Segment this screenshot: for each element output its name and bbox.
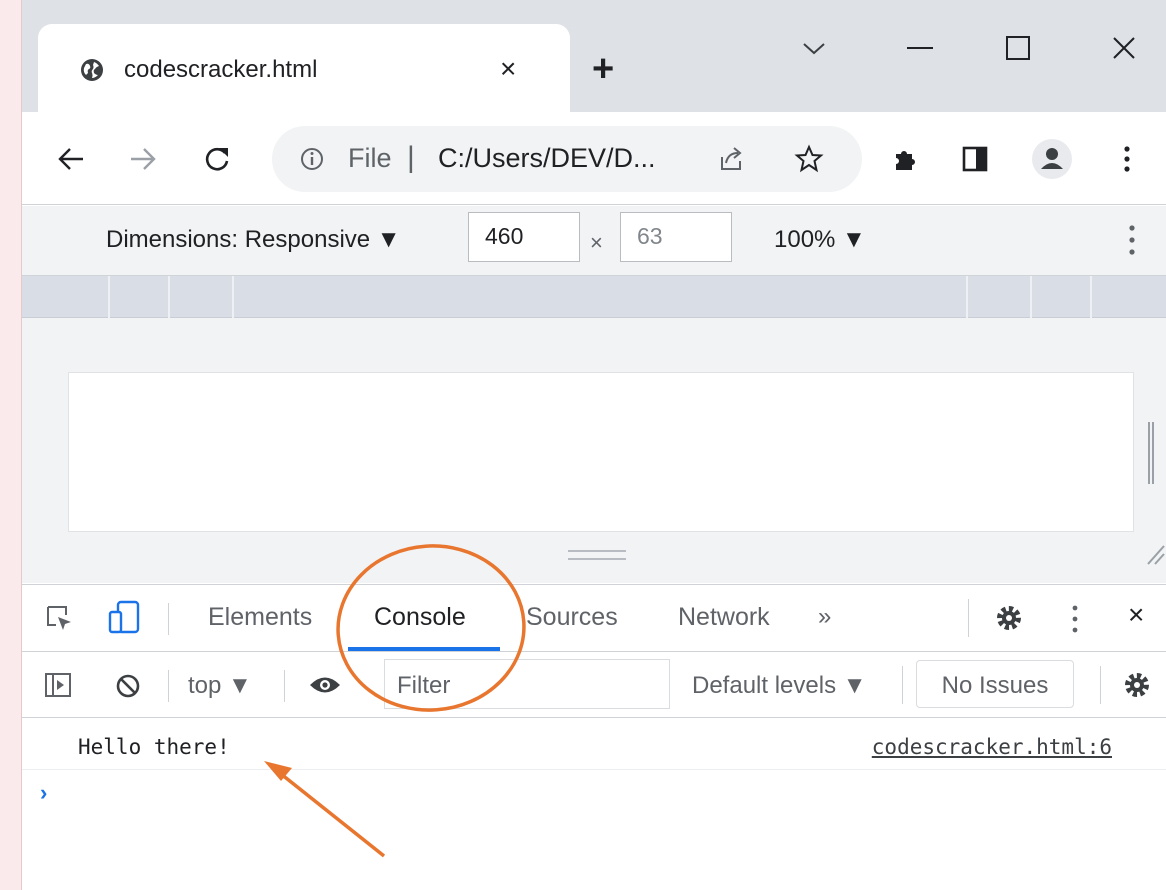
context-selector[interactable]: top ▼ — [188, 672, 252, 700]
chevron-down-icon — [803, 43, 825, 55]
device-viewport — [22, 318, 1166, 583]
puzzle-icon — [896, 151, 915, 170]
tab-console[interactable]: Console — [374, 603, 466, 632]
more-vertical-icon — [1124, 146, 1130, 172]
filter-input[interactable]: Filter — [384, 659, 670, 709]
reload-icon — [205, 147, 229, 171]
scheme-label: File — [348, 143, 392, 173]
devtools-tab-bar: Elements Console Sources Network » × — [22, 584, 1166, 652]
profile-button[interactable] — [1032, 139, 1072, 179]
browser-toolbar: File | C:/Users/DEV/D... — [22, 112, 1166, 205]
device-toggle-icon[interactable] — [106, 599, 142, 635]
more-vertical-icon[interactable] — [1122, 220, 1142, 260]
extensions-button[interactable] — [888, 142, 922, 176]
tab-search-button[interactable] — [794, 30, 834, 66]
issues-button[interactable]: No Issues — [916, 660, 1074, 708]
tab-elements[interactable]: Elements — [208, 603, 312, 632]
inspect-element-icon[interactable] — [44, 603, 74, 633]
toolbar-divider — [902, 666, 903, 704]
page-preview[interactable] — [68, 372, 1134, 532]
toolbar-divider — [1100, 666, 1101, 704]
scheme-separator: | — [407, 141, 415, 174]
dimension-times: × — [590, 230, 603, 255]
close-window-button[interactable] — [1104, 30, 1144, 66]
address-bar[interactable]: File | C:/Users/DEV/D... — [272, 126, 862, 192]
reload-button[interactable] — [200, 142, 234, 176]
dimensions-dropdown[interactable]: Dimensions: Responsive ▼ — [106, 226, 401, 254]
share-icon[interactable] — [718, 145, 746, 173]
gear-icon[interactable] — [994, 603, 1024, 633]
media-query-bar[interactable] — [22, 276, 1166, 318]
globe-icon — [81, 59, 103, 81]
viewport-resize-handle[interactable] — [1148, 422, 1154, 484]
console-output: Hello there! codescracker.html:6 › — [22, 718, 1166, 890]
height-input[interactable]: 63 — [620, 212, 732, 262]
browser-tab[interactable]: codescracker.html × — [38, 24, 570, 112]
active-tab-indicator — [348, 647, 500, 651]
ruler-divider — [1090, 276, 1092, 318]
toolbar-divider — [168, 670, 169, 702]
close-devtools-button[interactable]: × — [1128, 599, 1144, 631]
side-panel-button[interactable] — [958, 142, 992, 176]
back-button[interactable] — [54, 142, 88, 176]
tab-sources[interactable]: Sources — [526, 603, 618, 632]
ruler-divider — [168, 276, 170, 318]
page-margin — [0, 0, 22, 890]
corner-resize-icon[interactable] — [1142, 540, 1166, 566]
new-tab-button[interactable]: + — [592, 50, 614, 88]
log-source-link[interactable]: codescracker.html:6 — [872, 735, 1112, 759]
tab-network[interactable]: Network — [678, 603, 770, 632]
toolbar-divider — [284, 670, 285, 702]
back-arrow-icon — [58, 148, 83, 170]
tab-strip: codescracker.html × + — [22, 0, 1166, 112]
side-panel-icon — [962, 146, 988, 172]
log-levels-dropdown[interactable]: Default levels ▼ — [692, 672, 867, 700]
ruler-divider — [108, 276, 110, 318]
forward-button[interactable] — [126, 142, 160, 176]
toolbar-divider — [968, 599, 969, 637]
ruler-divider — [966, 276, 968, 318]
info-icon[interactable] — [300, 147, 324, 171]
console-log-row: Hello there! codescracker.html:6 — [22, 718, 1166, 770]
browser-menu-button[interactable] — [1110, 142, 1144, 176]
maximize-icon — [1006, 36, 1030, 60]
more-vertical-icon[interactable] — [1070, 603, 1080, 635]
eye-icon[interactable] — [308, 674, 342, 696]
devtools-drag-handle[interactable] — [568, 550, 626, 560]
console-prompt[interactable]: › — [40, 780, 47, 806]
device-toolbar: Dimensions: Responsive ▼ 460 × 63 100% ▼ — [22, 206, 1166, 276]
console-toolbar: top ▼ Filter Default levels ▼ No Issues — [22, 652, 1166, 718]
tab-title: codescracker.html — [124, 56, 318, 83]
bookmark-star-icon[interactable] — [794, 144, 824, 174]
toolbar-divider — [168, 603, 169, 635]
ruler-divider — [1030, 276, 1032, 318]
minimize-icon — [907, 47, 933, 49]
log-message: Hello there! — [78, 735, 230, 759]
zoom-dropdown[interactable]: 100% ▼ — [774, 226, 866, 254]
maximize-button[interactable] — [998, 30, 1038, 66]
browser-window: codescracker.html × + File | C:/Users/DE… — [22, 0, 1166, 890]
forward-arrow-icon — [131, 148, 156, 170]
clear-console-icon[interactable] — [114, 672, 142, 700]
sidebar-toggle-icon[interactable] — [44, 672, 72, 698]
tab-close-button[interactable]: × — [500, 55, 516, 83]
gear-icon[interactable] — [1122, 670, 1152, 700]
url-text[interactable]: C:/Users/DEV/D... — [438, 143, 656, 174]
width-input[interactable]: 460 — [468, 212, 580, 262]
ruler-divider — [232, 276, 234, 318]
close-icon — [1113, 37, 1135, 59]
minimize-button[interactable] — [900, 30, 940, 66]
avatar-icon — [1041, 148, 1063, 169]
more-tabs-button[interactable]: » — [818, 603, 831, 631]
